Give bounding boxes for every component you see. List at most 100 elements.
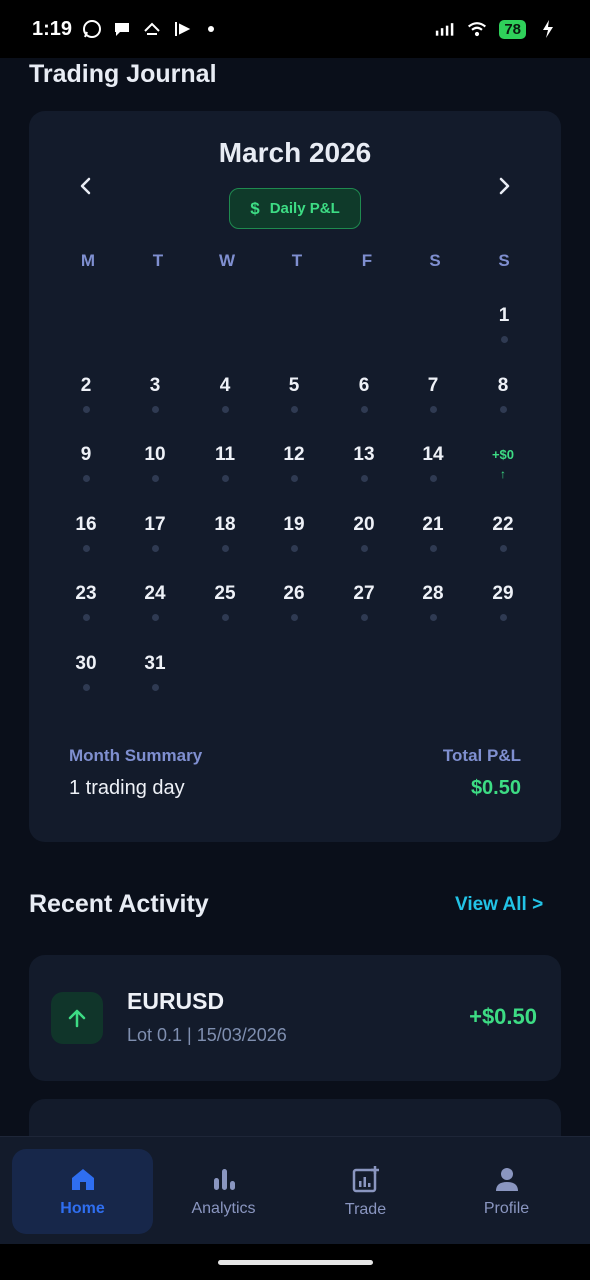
calendar-day-10[interactable]: 10 [130,443,180,482]
day-indicator [221,545,229,552]
activity-item-partial[interactable] [29,1099,561,1136]
weekday-sun: S [498,251,510,270]
weekday-mon: M [80,251,96,270]
day-number: 27 [353,583,375,604]
day-number: 2 [80,375,92,396]
status-left: 1:19 [32,17,215,41]
day-indicator [500,336,508,343]
weekday-fri: F [361,251,373,270]
battery-level: 78 [499,19,526,39]
calendar-day-14[interactable]: 14 [408,443,458,482]
nav-trade-label: Trade [344,1200,387,1218]
day-number: 25 [214,583,236,604]
activity-item[interactable]: EURUSD Lot 0.1 | 15/03/2026 +$0.50 [29,955,561,1081]
person-icon [495,1167,518,1191]
calendar-day-15-profit[interactable]: +$0 ↑ [478,443,528,480]
day-indicator [290,614,298,621]
calendar-day-31[interactable]: 31 [130,652,180,691]
day-indicator [151,475,159,482]
day-number: 1 [498,305,510,326]
previous-month-button[interactable] [71,171,101,201]
day-number: 6 [358,375,370,396]
calendar-day-3[interactable]: 3 [130,374,180,413]
activity-symbol: EURUSD [127,988,225,1014]
day-indicator [221,614,229,621]
day-indicator [82,684,90,691]
gesture-area [0,1244,590,1280]
calendar-day-22[interactable]: 22 [478,513,528,552]
calendar-day-7[interactable]: 7 [408,374,458,413]
calendar-day-29[interactable]: 29 [478,582,528,621]
day-indicator [151,614,159,621]
nav-home-label: Home [60,1199,105,1217]
calendar-day-30[interactable]: 30 [61,652,111,691]
total-pnl-label: Total P&L [442,746,521,765]
calendar-day-18[interactable]: 18 [200,513,250,552]
calendar-day-27[interactable]: 27 [339,582,389,621]
day-indicator [499,545,507,552]
calendar-day-19[interactable]: 19 [269,513,319,552]
calendar-day-8[interactable]: 8 [478,374,528,413]
home-gesture-bar[interactable] [218,1260,373,1265]
day-number: 23 [75,583,97,604]
calendar-day-21[interactable]: 21 [408,513,458,552]
day-number: 14 [422,444,444,465]
month-summary-value: 1 trading day [69,777,185,799]
dollar-icon: $ [250,198,260,218]
signal-icon [435,19,455,39]
nav-analytics[interactable]: Analytics [153,1149,294,1234]
day-indicator [151,406,159,413]
calendar-day-24[interactable]: 24 [130,582,180,621]
home-icon [71,1168,94,1190]
day-indicator [82,406,90,413]
nav-trade[interactable]: Trade [295,1149,436,1234]
day-number: 10 [144,444,166,465]
day-number: 29 [492,583,514,604]
day-indicator [360,545,368,552]
calendar-day-28[interactable]: 28 [408,582,458,621]
view-all-link[interactable]: View All > [455,894,543,916]
calendar-day-23[interactable]: 23 [61,582,111,621]
chart-add-icon [352,1165,379,1192]
calendar-day-20[interactable]: 20 [339,513,389,552]
day-indicator [429,475,437,482]
app-content: Trading Journal March 2026 $ Daily P&L M… [0,58,590,1136]
next-month-button[interactable] [489,171,519,201]
day-number: 4 [219,375,231,396]
nav-home[interactable]: Home [12,1149,153,1234]
calendar-day-13[interactable]: 13 [339,443,389,482]
daily-pnl-toggle[interactable]: $ Daily P&L [229,188,361,229]
day-indicator [360,406,368,413]
status-right: 78 [435,19,558,39]
calendar-day-16[interactable]: 16 [61,513,111,552]
calendar-card: March 2026 $ Daily P&L M T W T F S S 1 2… [29,111,561,842]
activity-meta: Lot 0.1 | 15/03/2026 [127,1025,287,1045]
calendar-day-26[interactable]: 26 [269,582,319,621]
recent-activity-title: Recent Activity [29,890,209,918]
day-number: 31 [144,653,166,674]
calendar-day-1[interactable]: 1 [479,304,529,343]
calendar-day-2[interactable]: 2 [61,374,111,413]
calendar-day-9[interactable]: 9 [61,443,111,482]
calendar-day-17[interactable]: 17 [130,513,180,552]
whatsapp-icon [82,19,102,39]
day-indicator [82,475,90,482]
status-time: 1:19 [32,17,73,40]
nav-analytics-label: Analytics [191,1199,256,1217]
chat-bubble-icon [112,19,132,39]
calendar-day-12[interactable]: 12 [269,443,319,482]
bar-chart-icon [213,1168,235,1190]
calendar-day-25[interactable]: 25 [200,582,250,621]
day-number: 5 [288,375,300,396]
calendar-day-11[interactable]: 11 [200,443,250,482]
day-indicator [360,475,368,482]
day-number: 7 [427,375,439,396]
day-indicator [290,545,298,552]
calendar-day-6[interactable]: 6 [339,374,389,413]
calendar-day-4[interactable]: 4 [200,374,250,413]
day-number: 17 [144,514,166,535]
day-number: 28 [422,583,444,604]
calendar-day-5[interactable]: 5 [269,374,319,413]
more-notifications-dot [208,26,215,32]
nav-profile[interactable]: Profile [436,1149,577,1234]
